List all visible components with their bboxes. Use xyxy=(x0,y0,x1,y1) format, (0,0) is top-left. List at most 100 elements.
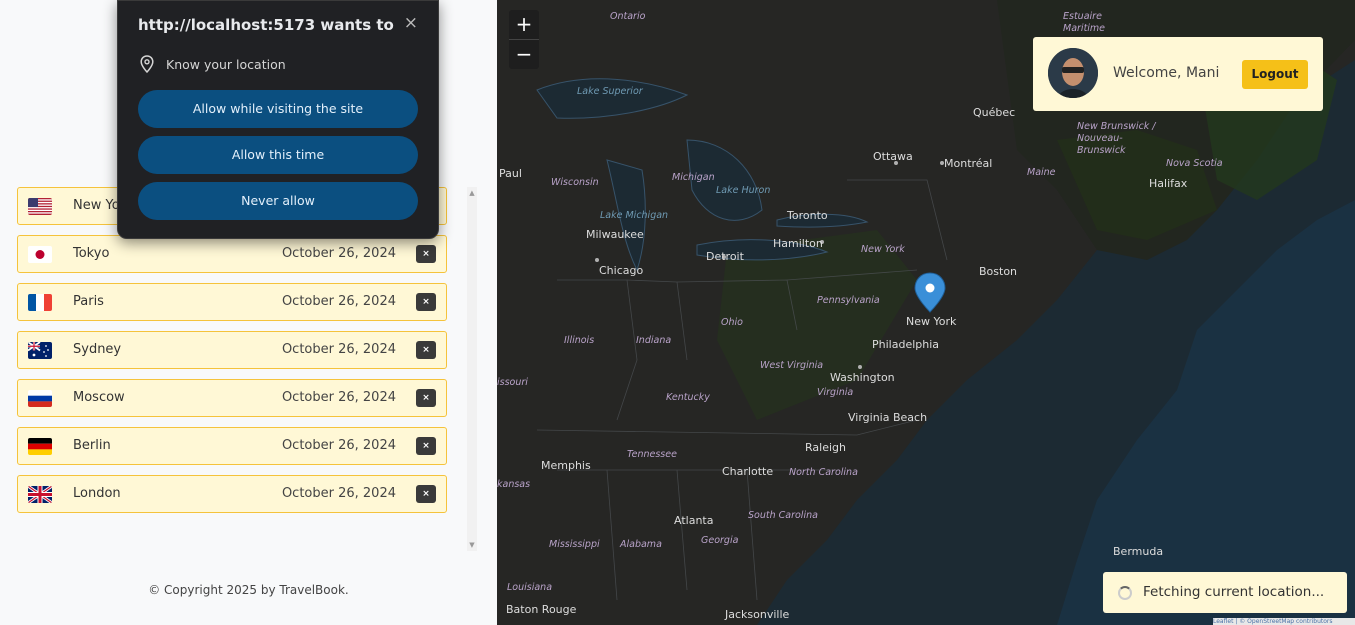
de-flag-icon xyxy=(28,438,52,455)
delete-city-button[interactable]: × xyxy=(416,341,436,359)
popup-title: http://localhost:5173 wants to xyxy=(138,16,394,34)
delete-city-button[interactable]: × xyxy=(416,389,436,407)
map-label-estuaire: Estuaire Maritime xyxy=(1063,11,1106,34)
map-label-halifax: Halifax xyxy=(1149,177,1188,190)
spinner-icon xyxy=(1118,586,1132,600)
map-label-new-york-city: New York xyxy=(906,315,957,328)
map-label-tennessee: Tennessee xyxy=(627,449,677,460)
city-name: Moscow xyxy=(73,390,125,405)
map-label-lake-huron: Lake Huron xyxy=(716,185,771,196)
map-label-lake-superior: Lake Superior xyxy=(577,86,643,97)
ru-flag-icon xyxy=(28,390,52,407)
scroll-up-icon[interactable]: ▲ xyxy=(468,189,476,197)
map-label-wisconsin: Wisconsin xyxy=(551,177,599,188)
scroll-down-icon[interactable]: ▼ xyxy=(468,541,476,549)
zoom-out-button[interactable]: − xyxy=(509,40,539,69)
close-icon[interactable]: × xyxy=(404,13,418,33)
map-label-lake-michigan: Lake Michigan xyxy=(600,210,669,221)
map-label-detroit: Detroit xyxy=(706,250,744,263)
map-label-north-carolina: North Carolina xyxy=(789,467,858,478)
map-label-kansas: kansas xyxy=(497,479,531,490)
jp-flag-icon xyxy=(28,246,52,263)
city-date: October 26, 2024 xyxy=(281,342,396,357)
map-label-illinois: Illinois xyxy=(564,335,595,346)
delete-city-button[interactable]: × xyxy=(416,245,436,263)
map-label-jacksonville: Jacksonville xyxy=(725,608,790,621)
au-flag-icon xyxy=(28,342,52,359)
city-item-berlin[interactable]: Berlin October 26, 2024 × xyxy=(17,427,447,465)
map-label-ottawa: Ottawa xyxy=(873,150,913,163)
map-label-michigan: Michigan xyxy=(672,172,715,183)
map-label-milwaukee: Milwaukee xyxy=(586,228,644,241)
user-card: Welcome, Mani Logout xyxy=(1033,37,1323,111)
map-label-alabama: Alabama xyxy=(620,539,662,550)
map-label-chicago: Chicago xyxy=(599,264,644,277)
map-label-baton-rouge: Baton Rouge xyxy=(506,603,577,616)
city-item-sydney[interactable]: Sydney October 26, 2024 × xyxy=(17,331,447,369)
city-list-scrollbar[interactable]: ▲ ▼ xyxy=(467,187,477,551)
city-item-tokyo[interactable]: Tokyo October 26, 2024 × xyxy=(17,235,447,273)
copyright: © Copyright 2025 by TravelBook. xyxy=(148,583,349,597)
map-label-charlotte: Charlotte xyxy=(722,465,774,478)
city-item-moscow[interactable]: Moscow October 26, 2024 × xyxy=(17,379,447,417)
location-toast: Fetching current location... xyxy=(1103,572,1347,613)
city-name: Sydney xyxy=(73,342,122,357)
city-name: Paris xyxy=(73,294,104,309)
toast-text: Fetching current location... xyxy=(1143,584,1325,600)
map-label-louisiana: Louisiana xyxy=(507,582,553,593)
logout-button[interactable]: Logout xyxy=(1242,60,1308,89)
welcome-text: Welcome, Mani xyxy=(1113,65,1220,81)
map-label-toronto: Toronto xyxy=(787,209,828,222)
map-label-new-york-state: New York xyxy=(861,244,905,255)
map-label-quebec: Québec xyxy=(973,106,1016,119)
delete-city-button[interactable]: × xyxy=(416,485,436,503)
map-label-paul: Paul xyxy=(499,167,522,180)
map-label-georgia: Georgia xyxy=(701,535,739,546)
map-label-ohio: Ohio xyxy=(721,317,743,328)
city-item-paris[interactable]: Paris October 26, 2024 × xyxy=(17,283,447,321)
map-label-nova-scotia: Nova Scotia xyxy=(1166,158,1223,169)
map-label-west-virginia: West Virginia xyxy=(760,360,824,371)
map-label-raleigh: Raleigh xyxy=(805,441,846,454)
us-flag-icon xyxy=(28,198,52,215)
map-label-atlanta: Atlanta xyxy=(674,514,714,527)
map-label-kentucky: Kentucky xyxy=(666,392,710,403)
map-label-memphis: Memphis xyxy=(541,459,591,472)
city-date: October 26, 2024 xyxy=(281,246,396,261)
fr-flag-icon xyxy=(28,294,52,311)
city-date: October 26, 2024 xyxy=(281,486,396,501)
map-label-maine: Maine xyxy=(1027,167,1056,178)
city-date: October 26, 2024 xyxy=(281,294,396,309)
map-label-pennsylvania: Pennsylvania xyxy=(817,295,880,306)
delete-city-button[interactable]: × xyxy=(416,437,436,455)
map-label-virginia-beach: Virginia Beach xyxy=(848,411,928,424)
map-label-mississippi: Mississippi xyxy=(549,539,600,550)
zoom-control: + − xyxy=(509,10,539,69)
allow-while-visiting-button[interactable]: Allow while visiting the site xyxy=(138,90,418,128)
map-label-ontario: Ontario xyxy=(610,11,646,22)
map-label-bermuda: Bermuda xyxy=(1113,545,1164,558)
allow-this-time-button[interactable]: Allow this time xyxy=(138,136,418,174)
zoom-in-button[interactable]: + xyxy=(509,10,539,39)
map-label-philadelphia: Philadelphia xyxy=(872,338,940,351)
city-name: New Yo xyxy=(73,198,120,213)
never-allow-button[interactable]: Never allow xyxy=(138,182,418,220)
location-permission-popup: http://localhost:5173 wants to × Know yo… xyxy=(117,0,439,239)
gb-flag-icon xyxy=(28,486,52,503)
map-attribution[interactable]: Leaflet | © OpenStreetMap contributors xyxy=(1213,618,1355,625)
map-label-virginia: Virginia xyxy=(817,387,854,398)
map-label-new-brunswick: New Brunswick / Nouveau-Brunswick xyxy=(1077,121,1156,156)
city-name: Berlin xyxy=(73,438,111,453)
map-label-missouri: issouri xyxy=(497,377,528,388)
map-label-south-carolina: South Carolina xyxy=(748,510,818,521)
city-name: London xyxy=(73,486,121,501)
map-label-indiana: Indiana xyxy=(636,335,672,346)
delete-city-button[interactable]: × xyxy=(416,293,436,311)
location-pin-icon xyxy=(140,55,154,73)
city-date: October 26, 2024 xyxy=(281,390,396,405)
city-date: October 26, 2024 xyxy=(281,438,396,453)
map-label-washington: Washington xyxy=(830,371,895,384)
permission-label: Know your location xyxy=(166,57,286,72)
avatar xyxy=(1048,48,1098,98)
city-item-london[interactable]: London October 26, 2024 × xyxy=(17,475,447,513)
